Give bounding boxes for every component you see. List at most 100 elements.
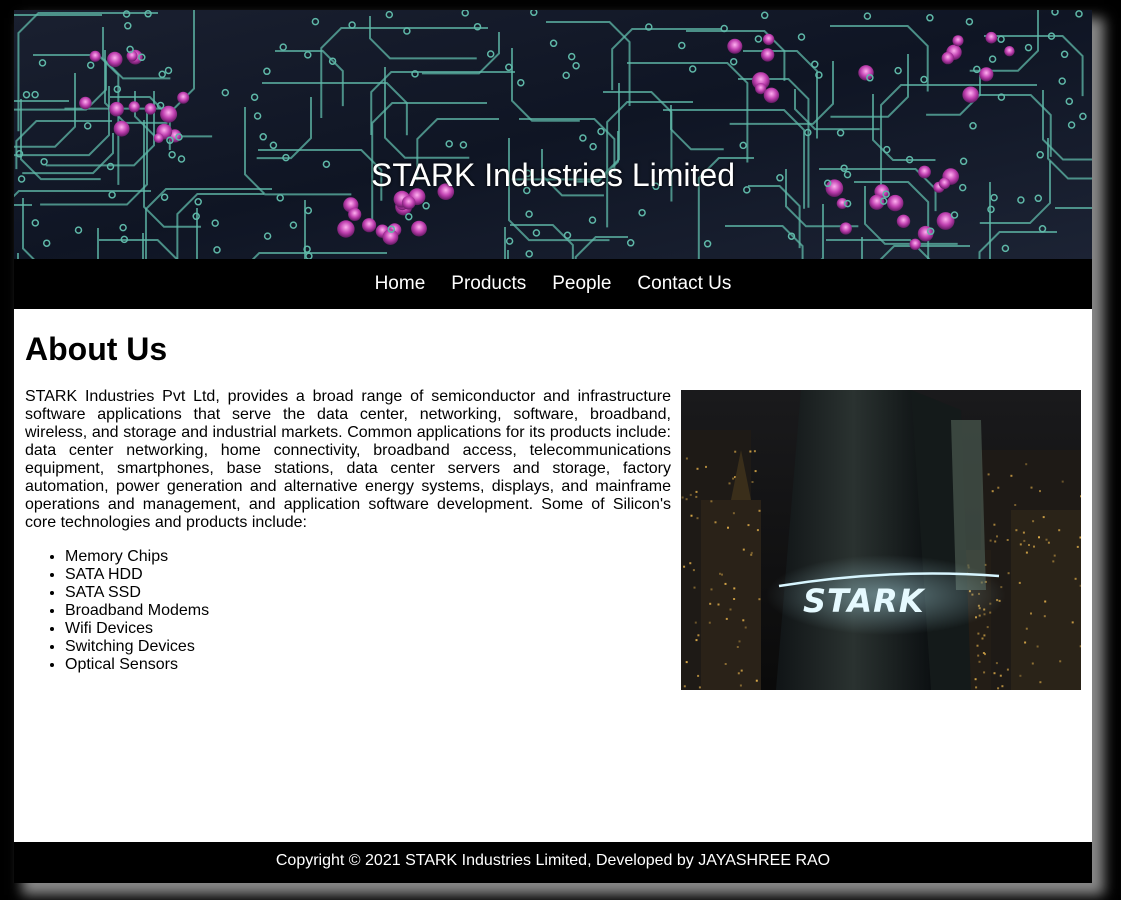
building-window [997,486,1000,489]
building-window [981,637,984,640]
building-window [1025,463,1028,466]
building-window [1079,645,1081,648]
building-window [750,553,753,556]
solder-pad [869,194,885,210]
solder-pad [896,214,911,228]
building-window [1080,495,1081,498]
building-window [1053,554,1056,557]
building-window [696,517,699,520]
building-window [1014,504,1017,506]
solder-pad [113,120,130,137]
nav-products-link[interactable]: Products [451,273,526,294]
building-window [1043,615,1046,618]
building-window [721,573,723,576]
solder-pad [144,103,157,115]
building-window [692,569,695,572]
building-window [742,548,745,551]
building-window [725,617,728,620]
building-window [724,663,727,665]
site-title: STARK Industries Limited [371,157,735,193]
building-window [975,686,978,689]
building-window [719,572,721,575]
building-window [997,687,1000,690]
building-window [736,646,739,648]
building-window [1024,641,1027,644]
stark-tower-illustration: STARK [681,390,1081,690]
list-item: Broadband Modems [65,602,209,620]
solder-pad [89,50,101,62]
building-window [708,621,711,624]
building-window [1030,612,1032,615]
solder-pad [952,35,964,47]
solder-pad [153,133,164,144]
building-window [694,621,697,624]
building-window [983,671,986,674]
building-window [690,514,693,517]
building-window [1010,474,1013,477]
building-window [753,450,756,453]
solder-pad [979,67,994,82]
building-window [747,524,750,527]
building-window [696,467,699,470]
product-list: Memory Chips SATA HDD SATA SSD Broadband… [25,548,209,674]
header-banner: STARK Industries Limited [14,10,1092,259]
building-window [1025,551,1028,554]
building-window [685,498,688,501]
main-navigation: Home Products People Contact Us [14,259,1092,309]
building-window [993,672,996,675]
list-item: SATA SSD [65,584,209,602]
solder-pad [941,51,954,65]
nav-people-link[interactable]: People [552,273,611,294]
building-window [1061,480,1064,483]
building-window [983,634,986,637]
building-window [1039,490,1041,493]
building-window [991,490,994,493]
building-window [1074,577,1077,580]
building-window [685,661,688,664]
building-window [1044,600,1047,603]
building-window [758,598,761,601]
solder-pad [348,207,362,221]
building-window [1079,584,1081,587]
building-window [733,587,736,590]
building-window [689,493,692,496]
solder-pad [362,218,377,233]
building-window [740,669,743,672]
list-item: Switching Devices [65,638,209,656]
building-window [984,653,986,656]
building-window [977,632,980,635]
nav-home-link[interactable]: Home [375,273,426,294]
building-window [1019,674,1022,677]
building-window [1018,581,1021,584]
solder-pad [128,101,140,113]
building-window [717,603,720,606]
building-window [1006,539,1009,541]
building-window [1039,681,1042,684]
stark-sign-text: STARK [803,582,926,620]
building-window [993,523,996,526]
list-item: Wifi Devices [65,620,209,638]
building-window [709,602,712,605]
building-window [734,450,737,453]
building-window [1033,545,1035,548]
building-window [1006,668,1009,671]
solder-pad [411,220,427,237]
building-window [732,477,735,480]
building-window [1022,531,1025,534]
building-window [1079,536,1081,539]
building-window [1007,572,1010,575]
building-window [724,582,727,585]
building-window [1031,662,1034,665]
solder-pad [727,38,743,54]
solder-pad [909,238,921,250]
solder-pad [337,220,355,238]
building-window [754,470,757,473]
solder-pad [887,194,904,212]
building-window [733,598,736,600]
building-window [681,496,684,499]
nav-contact-link[interactable]: Contact Us [637,273,731,294]
building-window [1001,685,1004,688]
building-window [695,639,698,642]
building-window [698,686,701,689]
building-window [986,626,989,629]
